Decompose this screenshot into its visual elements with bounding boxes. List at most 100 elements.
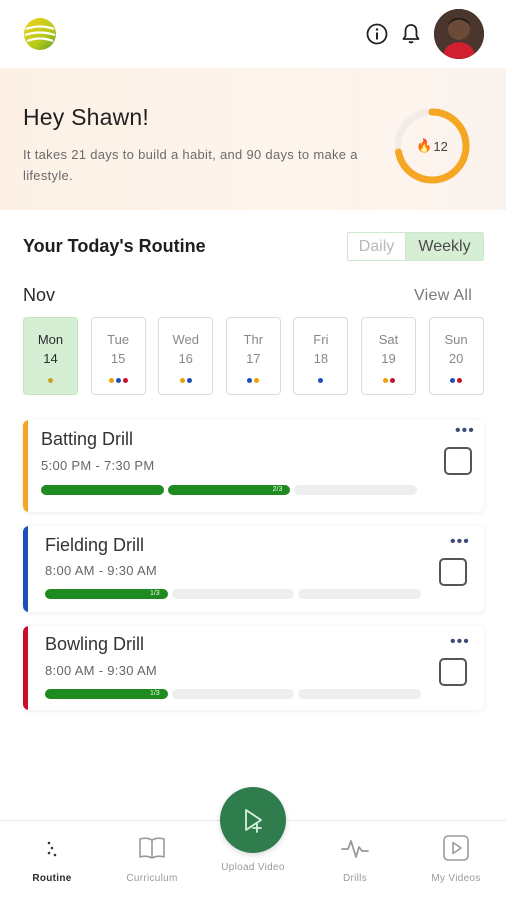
drill-checkbox[interactable]: [439, 658, 467, 686]
day-name: Mon: [37, 332, 64, 347]
day-number: 15: [110, 351, 126, 366]
streak-count: 12: [433, 138, 448, 154]
view-toggle: Daily Weekly: [347, 232, 484, 261]
day-dot: [108, 378, 114, 383]
upload-video-button[interactable]: [220, 787, 286, 853]
day-name: Thr: [243, 332, 264, 347]
day-sat[interactable]: Sat 19: [361, 317, 416, 395]
day-dot: [450, 378, 456, 383]
day-number: 19: [381, 351, 396, 366]
day-dots: [430, 378, 483, 383]
day-dot: [457, 378, 463, 383]
nav-my-videos[interactable]: My Videos: [416, 833, 496, 884]
logo-icon[interactable]: [22, 16, 58, 52]
streak-value: 🔥 12: [390, 104, 474, 188]
nav-label: Drills: [342, 873, 368, 884]
day-number: 20: [448, 351, 464, 366]
flame-icon: 🔥: [416, 138, 433, 153]
progress-segment: [298, 589, 422, 599]
app-header: [0, 0, 506, 68]
progress-segment: [171, 689, 295, 699]
month-label: Nov: [23, 285, 56, 305]
bell-icon[interactable]: [399, 22, 423, 46]
progress-segment: 1/3: [45, 689, 168, 699]
day-fri[interactable]: Fri 18: [293, 317, 349, 395]
avatar-image: [434, 9, 484, 59]
nav-label: Routine: [32, 873, 72, 884]
day-mon[interactable]: Mon 14: [23, 317, 78, 395]
day-dots: [362, 378, 415, 383]
view-all-link[interactable]: View All: [414, 287, 472, 305]
progress-label: 2/3: [272, 486, 283, 493]
day-dots: [92, 378, 145, 383]
day-dot: [382, 378, 388, 383]
drill-title: Fielding Drill: [45, 535, 145, 555]
drill-card-fielding[interactable]: Fielding Drill 8:00 AM - 9:30 AM ••• 1/3: [23, 526, 484, 612]
video-icon: [443, 835, 469, 861]
day-dots: [294, 378, 347, 383]
day-thr[interactable]: Thr 17: [225, 317, 281, 395]
more-icon[interactable]: •••: [455, 423, 475, 439]
drill-title: Bowling Drill: [45, 634, 145, 654]
nav-label: Curriculum: [126, 873, 178, 884]
upload-video-icon: [245, 809, 262, 833]
greeting-subtitle: It takes 21 days to build a habit, and 9…: [23, 147, 358, 183]
drill-card-bowling[interactable]: Bowling Drill 8:00 AM - 9:30 AM ••• 1/3: [23, 626, 484, 710]
drill-progress: 1/3: [45, 589, 422, 599]
progress-segment: [294, 485, 418, 495]
drill-color-bar: [23, 626, 28, 710]
drill-checkbox[interactable]: [439, 558, 467, 586]
day-dots: [227, 378, 280, 383]
toggle-daily[interactable]: Daily: [348, 233, 406, 260]
nav-curriculum[interactable]: Curriculum: [112, 833, 192, 884]
routine-title: Your Today's Routine: [23, 236, 206, 256]
day-dot: [254, 378, 260, 383]
day-number: 16: [178, 351, 193, 366]
toggle-weekly[interactable]: Weekly: [406, 233, 483, 260]
day-sun[interactable]: Sun 20: [428, 317, 484, 395]
progress-segment: [171, 589, 295, 599]
more-icon[interactable]: •••: [450, 534, 470, 550]
day-dot: [186, 378, 192, 383]
day-dot: [115, 378, 121, 383]
drill-color-bar: [23, 420, 28, 512]
drill-time: 8:00 AM - 9:30 AM: [45, 663, 158, 678]
day-wed[interactable]: Wed 16: [158, 317, 214, 395]
routine-icon: [47, 841, 57, 857]
day-name: Tue: [107, 332, 130, 347]
drill-time: 8:00 AM - 9:30 AM: [45, 563, 158, 578]
day-name: Sun: [444, 332, 468, 347]
more-icon[interactable]: •••: [450, 634, 470, 650]
info-icon[interactable]: [365, 22, 389, 46]
day-number: 18: [313, 351, 329, 366]
day-dot: [318, 378, 324, 383]
day-name: Wed: [172, 332, 199, 347]
day-name: Fri: [313, 332, 329, 347]
day-name: Sat: [378, 332, 399, 347]
nav-drills[interactable]: Drills: [315, 833, 395, 884]
progress-segment: [41, 485, 164, 495]
day-dot: [122, 378, 128, 383]
day-dots: [24, 378, 77, 383]
drill-time: 5:00 PM - 7:30 PM: [41, 458, 155, 473]
book-icon: [139, 837, 165, 859]
avatar[interactable]: [434, 9, 484, 59]
progress-segment: [298, 689, 422, 699]
progress-segment: 2/3: [167, 485, 291, 495]
drill-color-bar: [23, 526, 28, 612]
day-selector: Mon 14 Tue 15 Wed 16 Thr 17 Fri 18 Sat 1…: [23, 317, 484, 395]
upload-video-label: Upload Video: [221, 862, 285, 873]
drill-card-batting[interactable]: Batting Drill 5:00 PM - 7:30 PM ••• 2/3: [23, 420, 484, 512]
day-number: 17: [246, 351, 261, 366]
day-dot: [389, 378, 395, 383]
day-number: 14: [43, 351, 58, 366]
nav-routine[interactable]: Routine: [12, 833, 92, 884]
day-dot: [48, 378, 53, 383]
activity-icon: [341, 840, 369, 858]
day-tue[interactable]: Tue 15: [90, 317, 146, 395]
drill-checkbox[interactable]: [444, 447, 472, 475]
streak-ring: 🔥 12: [390, 104, 474, 188]
day-dots: [159, 378, 212, 383]
day-dot: [179, 378, 185, 383]
drill-title: Batting Drill: [41, 429, 134, 449]
